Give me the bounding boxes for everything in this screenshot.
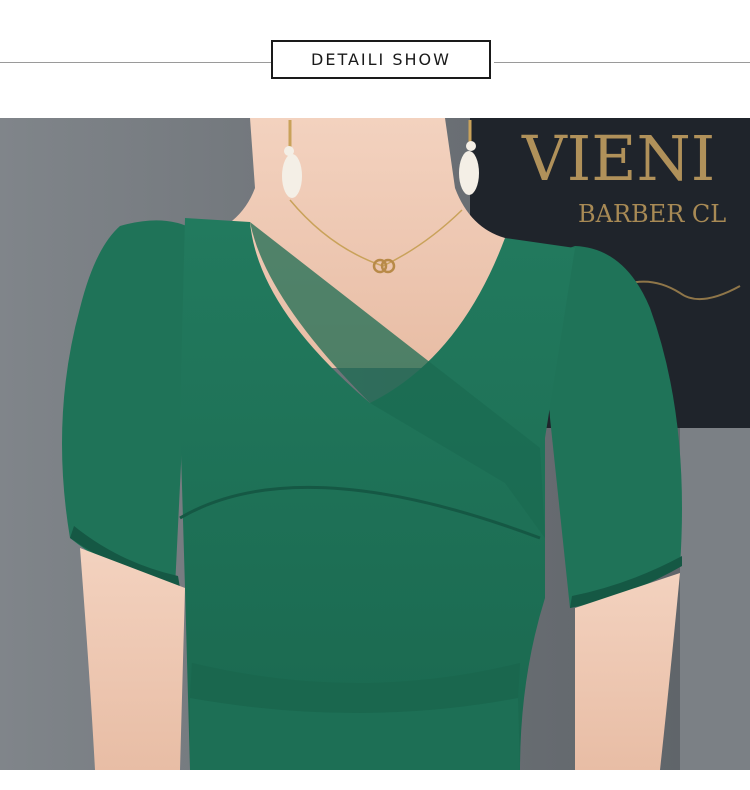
photo-illustration: VIENI BARBER CL — [0, 118, 750, 770]
sign-text-large: VIENI — [521, 122, 715, 195]
sign-text-small: BARBER CL — [578, 200, 726, 228]
section-title-box: DETAILI SHOW — [271, 40, 491, 79]
section-header: DETAILI SHOW — [0, 0, 750, 118]
product-photo: VIENI BARBER CL — [0, 118, 750, 770]
section-title: DETAILI SHOW — [311, 50, 451, 69]
product-detail-page: DETAILI SHOW VIENI BARBER CL — [0, 0, 750, 790]
wall-column — [680, 428, 750, 770]
header-rule-right — [494, 62, 750, 63]
bottom-margin — [0, 770, 750, 790]
header-rule-left — [0, 62, 272, 63]
